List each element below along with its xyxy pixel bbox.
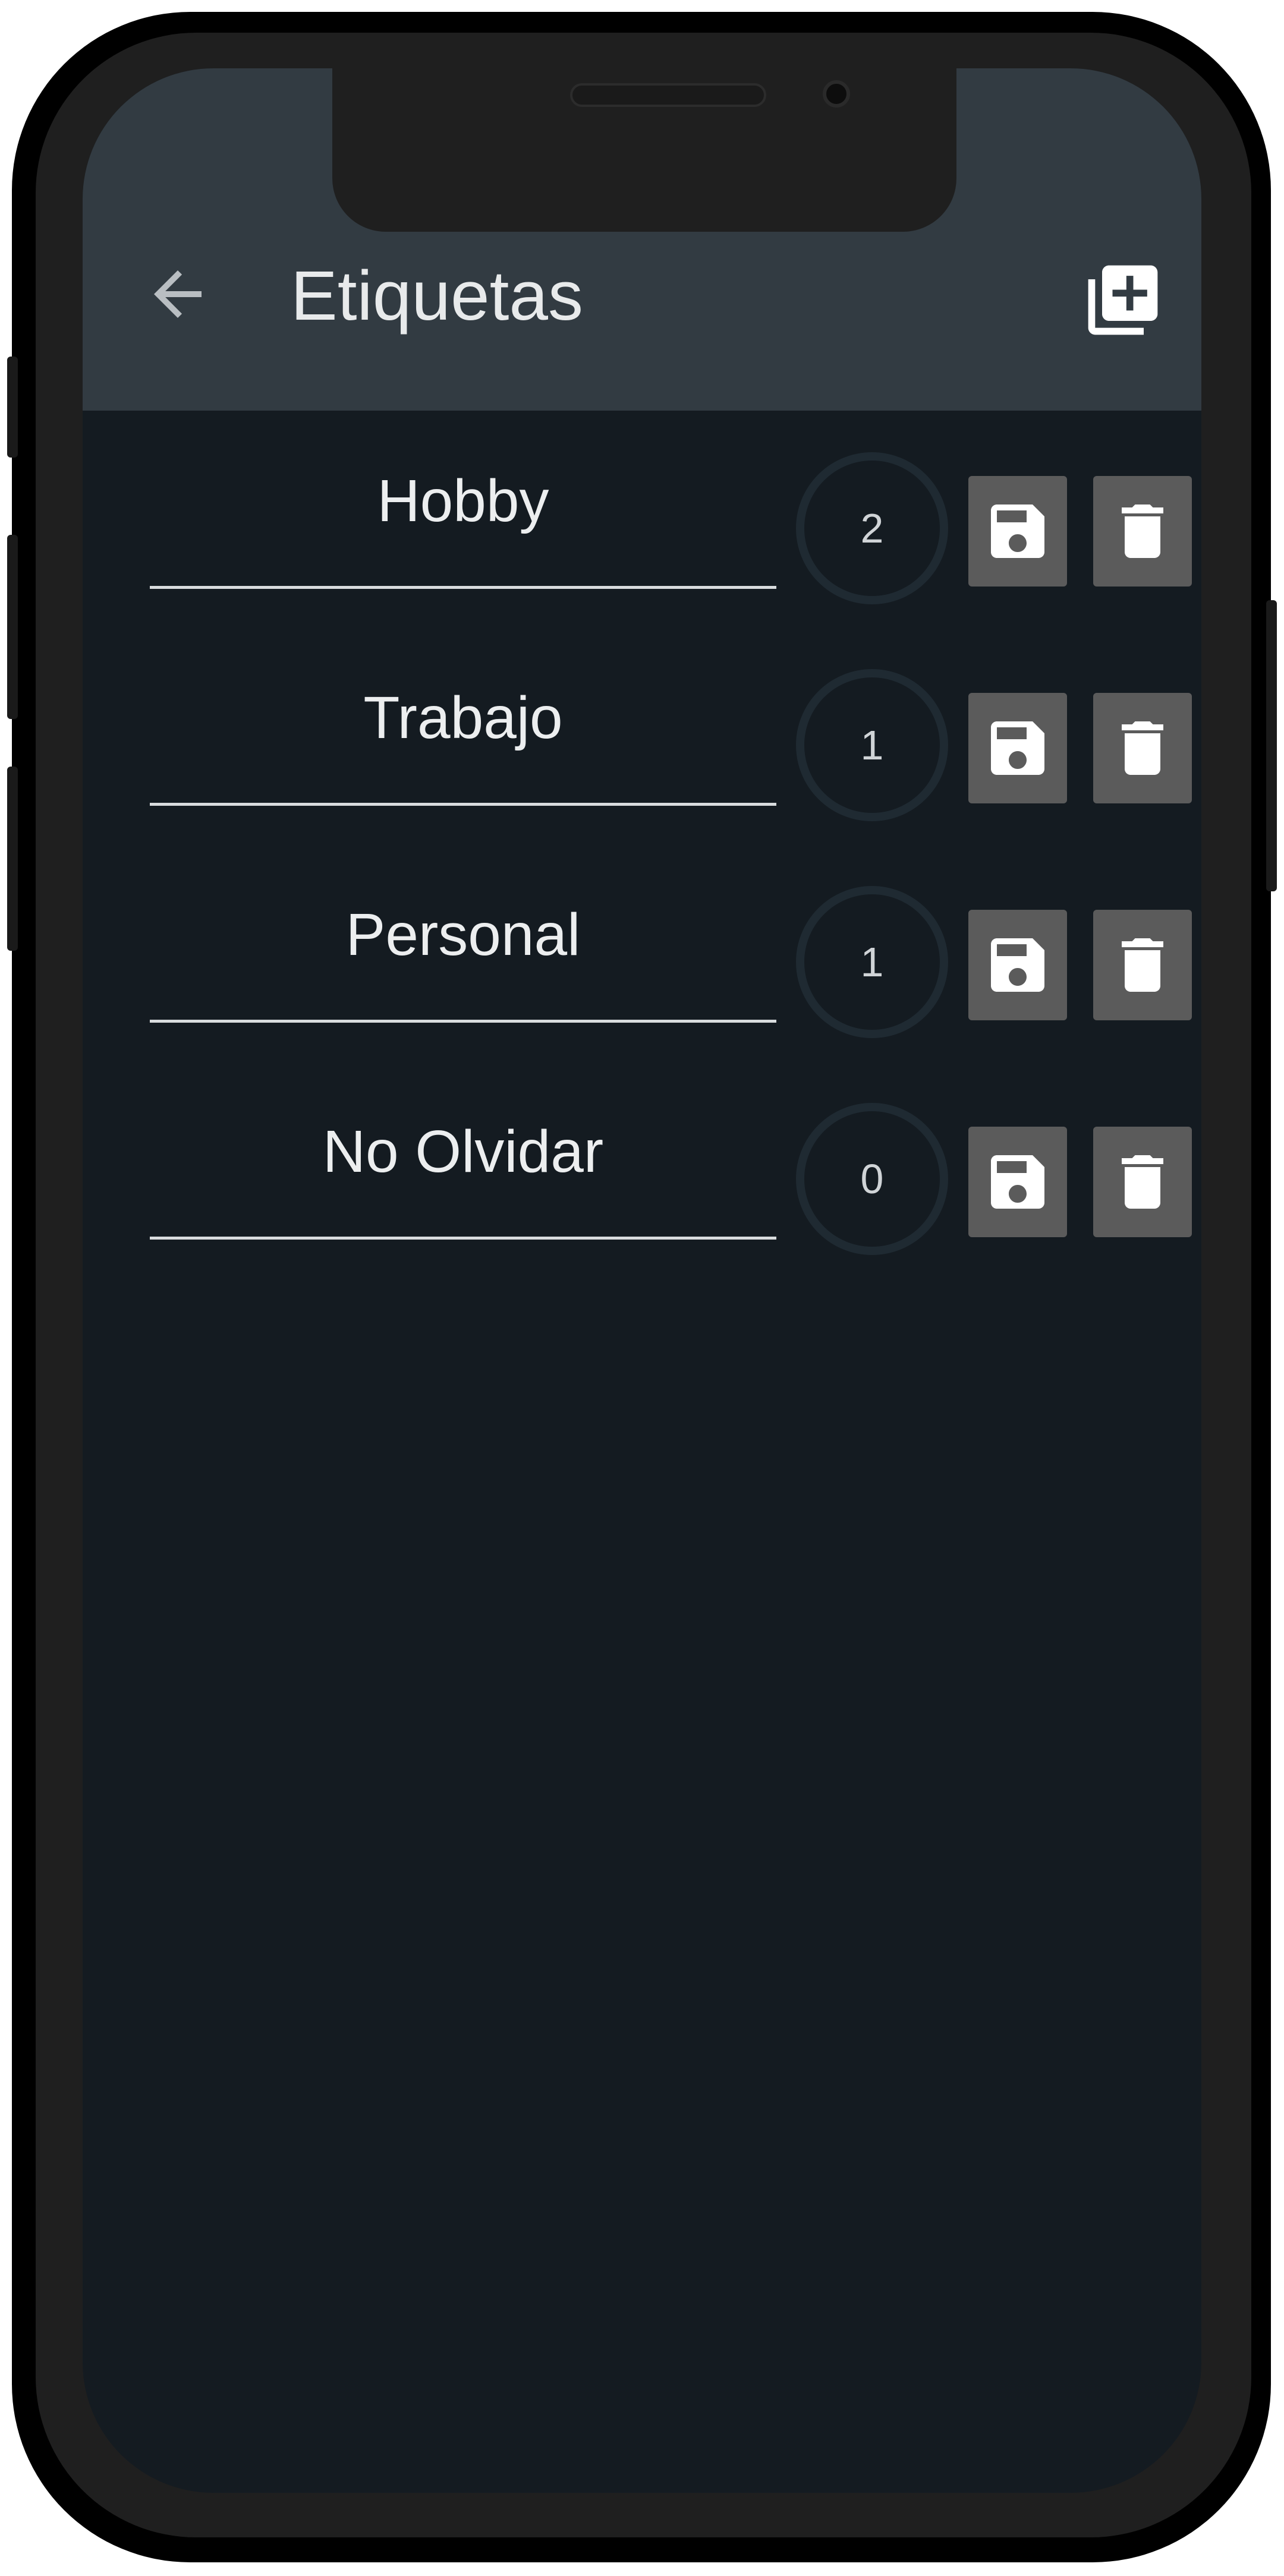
side-button-mute [7,357,18,458]
field-underline [150,1020,776,1023]
library-add-icon [1088,265,1158,335]
tag-name-field[interactable]: Trabajo [150,655,776,809]
save-icon [991,938,1044,992]
tag-count-badge: 0 [796,1103,948,1255]
delete-button[interactable] [1093,476,1192,587]
notch [332,68,956,232]
tag-name-field[interactable]: Hobby [150,439,776,592]
delete-icon [1122,505,1163,558]
save-icon [991,1155,1044,1209]
back-button[interactable] [142,258,213,330]
delete-button[interactable] [1093,1127,1192,1237]
arrow-back-icon [154,270,202,318]
side-button-volume-up [7,535,18,719]
delete-icon [1122,721,1163,775]
tag-row: Hobby 2 [83,439,1201,617]
field-underline [150,586,776,589]
side-button-volume-down [7,767,18,951]
tag-name-text[interactable]: Hobby [150,462,776,540]
save-icon [991,721,1044,775]
delete-icon [1122,938,1163,992]
tag-name-text[interactable]: No Olvidar [150,1113,776,1190]
save-button[interactable] [968,476,1067,587]
tag-count-badge: 1 [796,669,948,821]
delete-button[interactable] [1093,910,1192,1020]
speaker [570,83,766,107]
save-button[interactable] [968,1127,1067,1237]
delete-button[interactable] [1093,693,1192,803]
save-icon [991,505,1044,558]
tag-row: Personal 1 [83,872,1201,1051]
add-tag-button[interactable] [1081,258,1165,342]
field-underline [150,1237,776,1240]
tag-count-badge: 1 [796,886,948,1038]
save-button[interactable] [968,910,1067,1020]
delete-icon [1122,1155,1163,1209]
page-title: Etiquetas [291,257,583,335]
tag-name-text[interactable]: Trabajo [150,679,776,756]
field-underline [150,803,776,806]
tag-name-field[interactable]: Personal [150,872,776,1026]
side-button-power [1266,600,1277,891]
front-camera [823,80,850,108]
tag-name-text[interactable]: Personal [150,896,776,973]
tag-row: Trabajo 1 [83,655,1201,834]
tag-count-badge: 2 [796,452,948,604]
app-screen: Etiquetas Hobby 2 Trabajo 1 Personal 1 N… [83,68,1201,2493]
tag-row: No Olvidar 0 [83,1089,1201,1267]
save-button[interactable] [968,693,1067,803]
tag-name-field[interactable]: No Olvidar [150,1089,776,1243]
